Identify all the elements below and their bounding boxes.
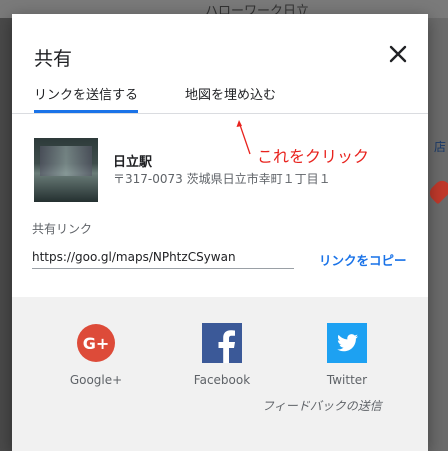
annotation-text: これをクリック bbox=[257, 147, 370, 166]
close-button[interactable] bbox=[387, 43, 409, 65]
close-icon bbox=[389, 45, 407, 63]
google-plus-label: Google+ bbox=[69, 373, 123, 387]
dialog-title: 共有 bbox=[34, 48, 73, 70]
map-left-edge bbox=[0, 18, 12, 451]
facebook-button[interactable]: Facebook bbox=[172, 323, 272, 387]
twitter-button[interactable]: Twitter bbox=[297, 323, 397, 387]
place-photo bbox=[34, 138, 98, 202]
feedback-link[interactable]: フィードバックの送信 bbox=[262, 397, 382, 414]
place-address: 〒317-0073 茨城県日立市幸町１丁目１ bbox=[113, 172, 331, 186]
photo-detail bbox=[40, 146, 92, 176]
google-plus-icon: G+ bbox=[76, 323, 116, 363]
place-name: 日立駅 bbox=[113, 155, 153, 170]
tab-embed-map[interactable]: 地図を埋め込む bbox=[185, 84, 276, 112]
tab-send-link[interactable]: リンクを送信する bbox=[34, 84, 138, 113]
annotation-arrow-icon bbox=[236, 120, 251, 155]
twitter-label: Twitter bbox=[326, 373, 368, 387]
twitter-icon bbox=[327, 323, 367, 363]
copy-link-button[interactable]: リンクをコピー bbox=[319, 250, 407, 269]
map-store-label: 店 bbox=[433, 140, 446, 154]
facebook-icon bbox=[202, 323, 242, 363]
share-dialog: 共有 リンクを送信する 地図を埋め込む 日立駅 〒317-0073 茨城県日立市… bbox=[12, 14, 428, 451]
share-link-input[interactable] bbox=[32, 246, 294, 269]
svg-text:G+: G+ bbox=[83, 334, 110, 353]
google-plus-button[interactable]: G+ Google+ bbox=[46, 323, 146, 387]
share-link-label: 共有リンク bbox=[32, 222, 93, 236]
share-tabs: リンクを送信する 地図を埋め込む bbox=[12, 84, 428, 114]
map-right-edge bbox=[428, 18, 448, 451]
facebook-label: Facebook bbox=[193, 373, 251, 387]
social-footer: G+ Google+ Facebook Twitter フィードバックの送信 bbox=[12, 297, 428, 451]
